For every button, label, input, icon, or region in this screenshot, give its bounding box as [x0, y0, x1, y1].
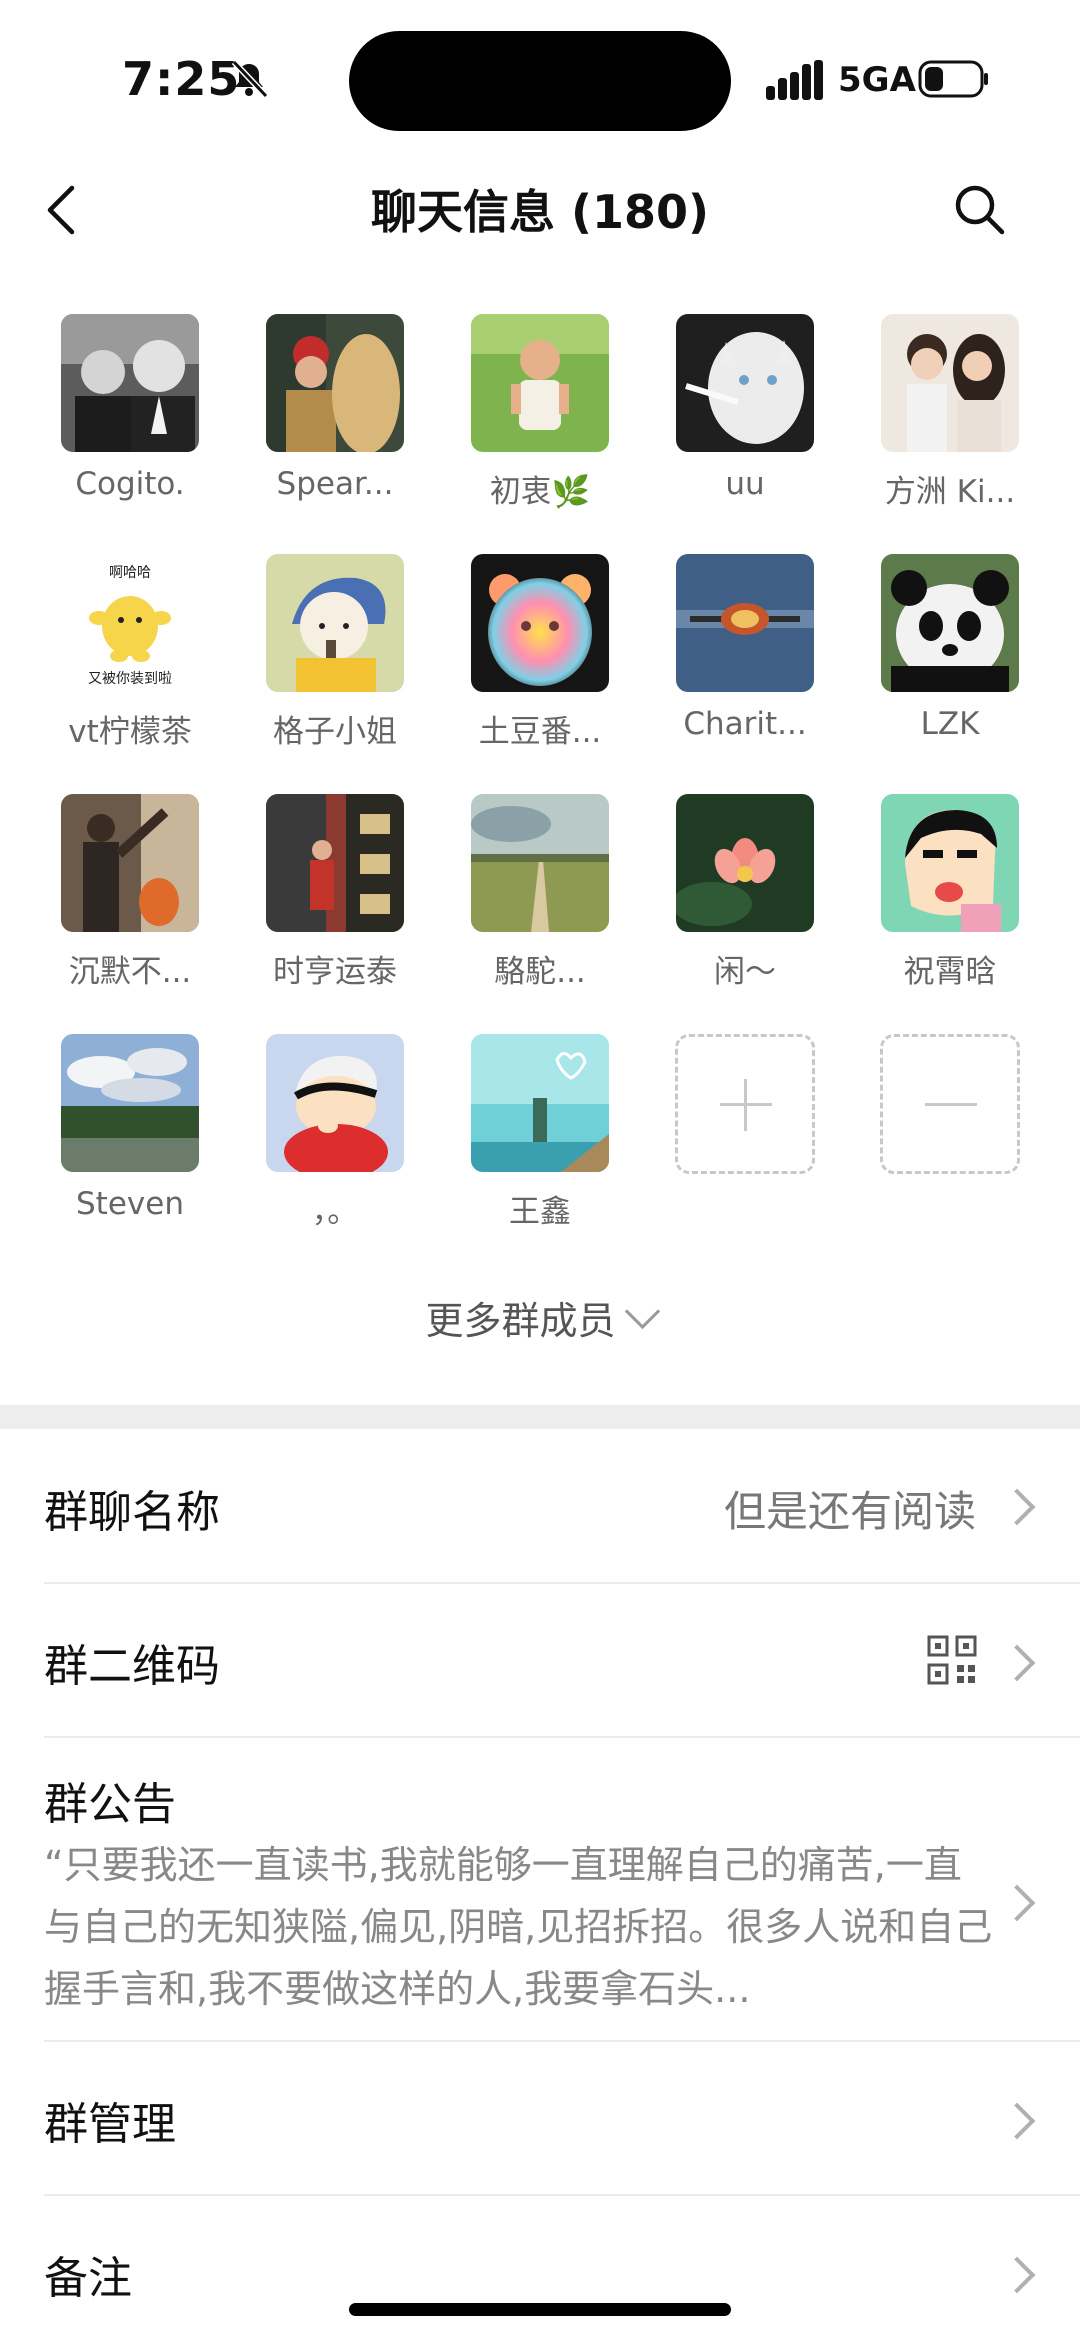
- group-announcement-label: 群公告: [44, 1779, 176, 1830]
- member-name: 駱駝...: [494, 954, 586, 990]
- avatar: [471, 314, 609, 452]
- more-members-label: 更多群成员: [425, 1299, 616, 1343]
- search-icon[interactable]: [950, 180, 1010, 240]
- member-item[interactable]: 王鑫: [455, 1034, 625, 1231]
- avatar-caption-bottom: 又被你装到啦: [88, 671, 172, 687]
- qr-code-icon: [927, 1635, 977, 1685]
- member-name: 闲～: [714, 954, 776, 990]
- member-item[interactable]: 初衷🌿: [455, 314, 625, 511]
- signal-icon: [766, 60, 823, 100]
- group-qr-label: 群二维码: [44, 1641, 220, 1692]
- chevron-right-icon: [998, 1644, 1036, 1682]
- member-item[interactable]: 方洲 Ki...: [865, 314, 1035, 511]
- member-name: LZK: [920, 706, 980, 742]
- chevron-down-icon: [624, 1293, 660, 1330]
- member-item[interactable]: uu: [660, 314, 830, 502]
- member-item[interactable]: LZK: [865, 554, 1035, 742]
- member-name: vt柠檬茶: [68, 714, 192, 750]
- avatar: [881, 314, 1019, 452]
- network-type: 5GA: [838, 60, 916, 100]
- member-name: uu: [725, 466, 765, 502]
- avatar: [471, 1034, 609, 1172]
- avatar: [676, 554, 814, 692]
- group-name-label: 群聊名称: [44, 1487, 220, 1538]
- member-item[interactable]: 土豆番...: [455, 554, 625, 751]
- member-item[interactable]: 祝霄晗: [865, 794, 1035, 991]
- minus-icon: [925, 1103, 977, 1106]
- avatar: [266, 554, 404, 692]
- avatar: [266, 1034, 404, 1172]
- member-name: 王鑫: [509, 1194, 571, 1230]
- chevron-right-icon: [998, 2256, 1036, 2294]
- member-name: 土豆番...: [478, 714, 602, 750]
- member-item[interactable]: Steven: [45, 1034, 215, 1222]
- status-bar: 7:25 5GA: [0, 0, 1080, 160]
- more-members-link[interactable]: 更多群成员: [0, 1290, 1080, 1345]
- avatar: [266, 794, 404, 932]
- member-name: 祝霄晗: [903, 954, 997, 990]
- member-item[interactable]: 啊哈哈 又被你装到啦 vt柠檬茶: [45, 554, 215, 751]
- member-name: 时亨运泰: [273, 954, 397, 990]
- member-item[interactable]: Cogito.: [45, 314, 215, 502]
- avatar: [61, 314, 199, 452]
- member-name: 初衷🌿: [489, 474, 591, 510]
- bell-muted-icon: [231, 59, 269, 99]
- remark-row[interactable]: 备注: [0, 2196, 1080, 2341]
- member-name: Steven: [76, 1186, 184, 1222]
- avatar: 啊哈哈 又被你装到啦: [61, 554, 199, 692]
- member-item[interactable]: 沉默不...: [45, 794, 215, 991]
- member-item[interactable]: Charit...: [660, 554, 830, 742]
- member-name: ，。: [311, 1194, 359, 1230]
- member-item[interactable]: 駱駝...: [455, 794, 625, 991]
- chevron-right-icon: [998, 1884, 1036, 1922]
- member-name: Charit...: [683, 706, 807, 742]
- avatar: [61, 794, 199, 932]
- avatar: [266, 314, 404, 452]
- home-indicator[interactable]: [349, 2303, 731, 2316]
- member-item[interactable]: 闲～: [660, 794, 830, 991]
- group-name-row[interactable]: 群聊名称 但是还有阅读: [0, 1430, 1080, 1580]
- add-member-button[interactable]: [660, 1034, 830, 1174]
- avatar: [61, 1034, 199, 1172]
- avatar: [471, 554, 609, 692]
- avatar: [676, 314, 814, 452]
- avatar: [471, 794, 609, 932]
- page-title: 聊天信息 (180): [370, 185, 710, 239]
- group-name-value: 但是还有阅读: [723, 1487, 976, 1536]
- remove-member-button[interactable]: [865, 1034, 1035, 1174]
- member-item[interactable]: Spear...: [250, 314, 420, 502]
- avatar: [881, 794, 1019, 932]
- group-qr-row[interactable]: 群二维码: [0, 1584, 1080, 1736]
- chevron-right-icon: [998, 1488, 1036, 1526]
- remark-label: 备注: [44, 2253, 132, 2304]
- group-announcement-row[interactable]: 群公告 “只要我还一直读书,我就能够一直理解自己的痛苦,一直与自己的无知狭隘,偏…: [0, 1738, 1080, 2038]
- member-name: 沉默不...: [68, 954, 192, 990]
- member-name: Cogito.: [75, 466, 185, 502]
- member-item[interactable]: 格子小姐: [250, 554, 420, 751]
- member-name: 方洲 Ki...: [884, 474, 1016, 510]
- member-item[interactable]: ，。: [250, 1034, 420, 1231]
- section-separator: [0, 1405, 1080, 1429]
- member-item[interactable]: 时亨运泰: [250, 794, 420, 991]
- avatar-caption-top: 啊哈哈: [109, 565, 151, 581]
- dynamic-island: [349, 31, 731, 131]
- group-manage-label: 群管理: [44, 2099, 176, 2150]
- avatar: [881, 554, 1019, 692]
- member-name: 格子小姐: [273, 714, 397, 750]
- group-announcement-text: “只要我还一直读书,我就能够一直理解自己的痛苦,一直与自己的无知狭隘,偏见,阴暗…: [44, 1843, 993, 2011]
- member-name: Spear...: [276, 466, 394, 502]
- plus-icon: [744, 1079, 747, 1131]
- avatar: [676, 794, 814, 932]
- group-manage-row[interactable]: 群管理: [0, 2042, 1080, 2194]
- status-time: 7:25: [122, 52, 241, 106]
- battery-icon: [918, 60, 988, 98]
- chevron-right-icon: [998, 2102, 1036, 2140]
